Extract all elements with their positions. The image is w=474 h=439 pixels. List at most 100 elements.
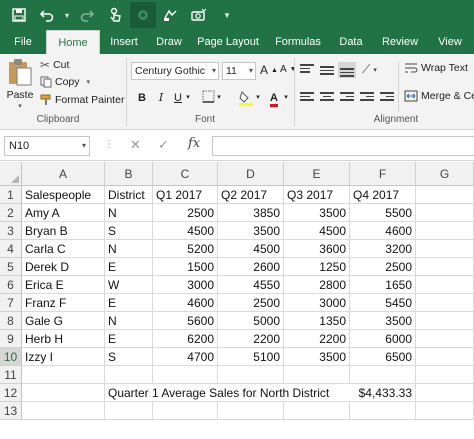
redo-icon[interactable] <box>74 2 100 28</box>
middle-align-button[interactable] <box>318 62 336 78</box>
formula-input[interactable] <box>212 136 474 156</box>
cell-a3[interactable]: Bryan B <box>22 222 105 240</box>
app-icon[interactable] <box>130 2 156 28</box>
row-header-7[interactable]: 7 <box>0 294 22 312</box>
cell-d1[interactable]: Q2 2017 <box>218 186 284 204</box>
cell-b8[interactable]: N <box>105 312 153 330</box>
italic-button[interactable]: I <box>153 90 169 106</box>
cell-e6[interactable]: 2800 <box>284 276 350 294</box>
align-center-button[interactable] <box>318 90 336 106</box>
cell-a13[interactable] <box>22 402 105 420</box>
cell-g12[interactable] <box>416 384 474 402</box>
cell-c13[interactable] <box>153 402 218 420</box>
cell-d4[interactable]: 4500 <box>218 240 284 258</box>
font-size-dropdown[interactable]: 11 ▾ <box>222 62 256 80</box>
align-left-button[interactable] <box>298 90 316 106</box>
cell-e9[interactable]: 2200 <box>284 330 350 348</box>
cell-e8[interactable]: 1350 <box>284 312 350 330</box>
grow-font-button[interactable]: A ▲ <box>260 63 278 77</box>
cell-f8[interactable]: 3500 <box>350 312 416 330</box>
cell-g10[interactable] <box>416 348 474 366</box>
row-header-12[interactable]: 12 <box>0 384 22 402</box>
cell-c6[interactable]: 3000 <box>153 276 218 294</box>
row-header-9[interactable]: 9 <box>0 330 22 348</box>
cell-f2[interactable]: 5500 <box>350 204 416 222</box>
cell-g2[interactable] <box>416 204 474 222</box>
underline-dropdown-icon[interactable]: ▾ <box>184 90 192 106</box>
cell-f7[interactable]: 5450 <box>350 294 416 312</box>
cell-a12[interactable] <box>22 384 105 402</box>
cell-b10[interactable]: S <box>105 348 153 366</box>
cell-b13[interactable] <box>105 402 153 420</box>
name-box[interactable]: N10 ▾ <box>4 136 90 156</box>
tab-review[interactable]: Review <box>374 30 426 54</box>
cell-f3[interactable]: 4600 <box>350 222 416 240</box>
cell-f5[interactable]: 2500 <box>350 258 416 276</box>
column-header-c[interactable]: C <box>153 162 218 186</box>
tab-file[interactable]: File <box>4 30 42 54</box>
cell-c5[interactable]: 1500 <box>153 258 218 276</box>
tab-draw[interactable]: Draw <box>150 30 188 54</box>
borders-dropdown-icon[interactable]: ▾ <box>215 90 223 106</box>
cell-a5[interactable]: Derek D <box>22 258 105 276</box>
cell-e1[interactable]: Q3 2017 <box>284 186 350 204</box>
cell-d3[interactable]: 3500 <box>218 222 284 240</box>
cell-g11[interactable] <box>416 366 474 384</box>
increase-indent-button[interactable] <box>378 90 396 106</box>
cell-f13[interactable] <box>350 402 416 420</box>
cell-a8[interactable]: Gale G <box>22 312 105 330</box>
cut-button[interactable]: ✂ Cut <box>40 58 69 72</box>
cell-d10[interactable]: 5100 <box>218 348 284 366</box>
tab-insert[interactable]: Insert <box>102 30 146 54</box>
cell-d8[interactable]: 5000 <box>218 312 284 330</box>
merge-center-button[interactable]: Merge & Ce <box>404 90 474 102</box>
cell-e10[interactable]: 3500 <box>284 348 350 366</box>
paste-dropdown-icon[interactable]: ▾ <box>18 102 22 110</box>
cell-a11[interactable] <box>22 366 105 384</box>
cell-b9[interactable]: E <box>105 330 153 348</box>
column-header-g[interactable]: G <box>416 162 474 186</box>
undo-dropdown-icon[interactable]: ▾ <box>62 2 72 28</box>
column-header-f[interactable]: F <box>350 162 416 186</box>
undo-icon[interactable] <box>34 2 60 28</box>
cell-d9[interactable]: 2200 <box>218 330 284 348</box>
cell-e13[interactable] <box>284 402 350 420</box>
cell-a6[interactable]: Erica E <box>22 276 105 294</box>
cell-b12[interactable]: Quarter 1 Average Sales for North Distri… <box>105 384 329 402</box>
cell-f12[interactable]: $4,433.33 <box>350 384 416 402</box>
align-right-button[interactable] <box>338 90 356 106</box>
camera-icon[interactable] <box>186 2 212 28</box>
font-color-button[interactable]: A <box>266 90 282 107</box>
tab-home[interactable]: Home <box>46 30 100 54</box>
cell-f4[interactable]: 3200 <box>350 240 416 258</box>
column-header-e[interactable]: E <box>284 162 350 186</box>
cell-a9[interactable]: Herb H <box>22 330 105 348</box>
row-header-10[interactable]: 10 <box>0 348 22 366</box>
cell-d13[interactable] <box>218 402 284 420</box>
insert-function-icon[interactable]: fx <box>188 136 200 151</box>
wrap-text-button[interactable]: Wrap Text <box>404 62 468 74</box>
cell-f10[interactable]: 6500 <box>350 348 416 366</box>
row-header-13[interactable]: 13 <box>0 402 22 420</box>
cell-g9[interactable] <box>416 330 474 348</box>
cell-d5[interactable]: 2600 <box>218 258 284 276</box>
cell-f9[interactable]: 6000 <box>350 330 416 348</box>
font-name-dropdown[interactable]: Century Gothic ▾ <box>131 62 219 80</box>
cell-c4[interactable]: 5200 <box>153 240 218 258</box>
top-align-button[interactable] <box>298 62 316 78</box>
cell-g3[interactable] <box>416 222 474 240</box>
cell-d11[interactable] <box>218 366 284 384</box>
cell-e3[interactable]: 4500 <box>284 222 350 240</box>
cell-b1[interactable]: District <box>105 186 153 204</box>
touch-mode-icon[interactable] <box>102 2 128 28</box>
tab-view[interactable]: View <box>430 30 470 54</box>
orientation-button[interactable]: ⟋ ▾ <box>362 62 377 77</box>
cell-c3[interactable]: 4500 <box>153 222 218 240</box>
tab-page-layout[interactable]: Page Layout <box>192 30 264 54</box>
cell-b2[interactable]: N <box>105 204 153 222</box>
tab-formulas[interactable]: Formulas <box>268 30 328 54</box>
sync-icon[interactable] <box>158 2 184 28</box>
cell-g8[interactable] <box>416 312 474 330</box>
paste-button[interactable]: Paste ▾ <box>4 58 36 110</box>
row-header-5[interactable]: 5 <box>0 258 22 276</box>
